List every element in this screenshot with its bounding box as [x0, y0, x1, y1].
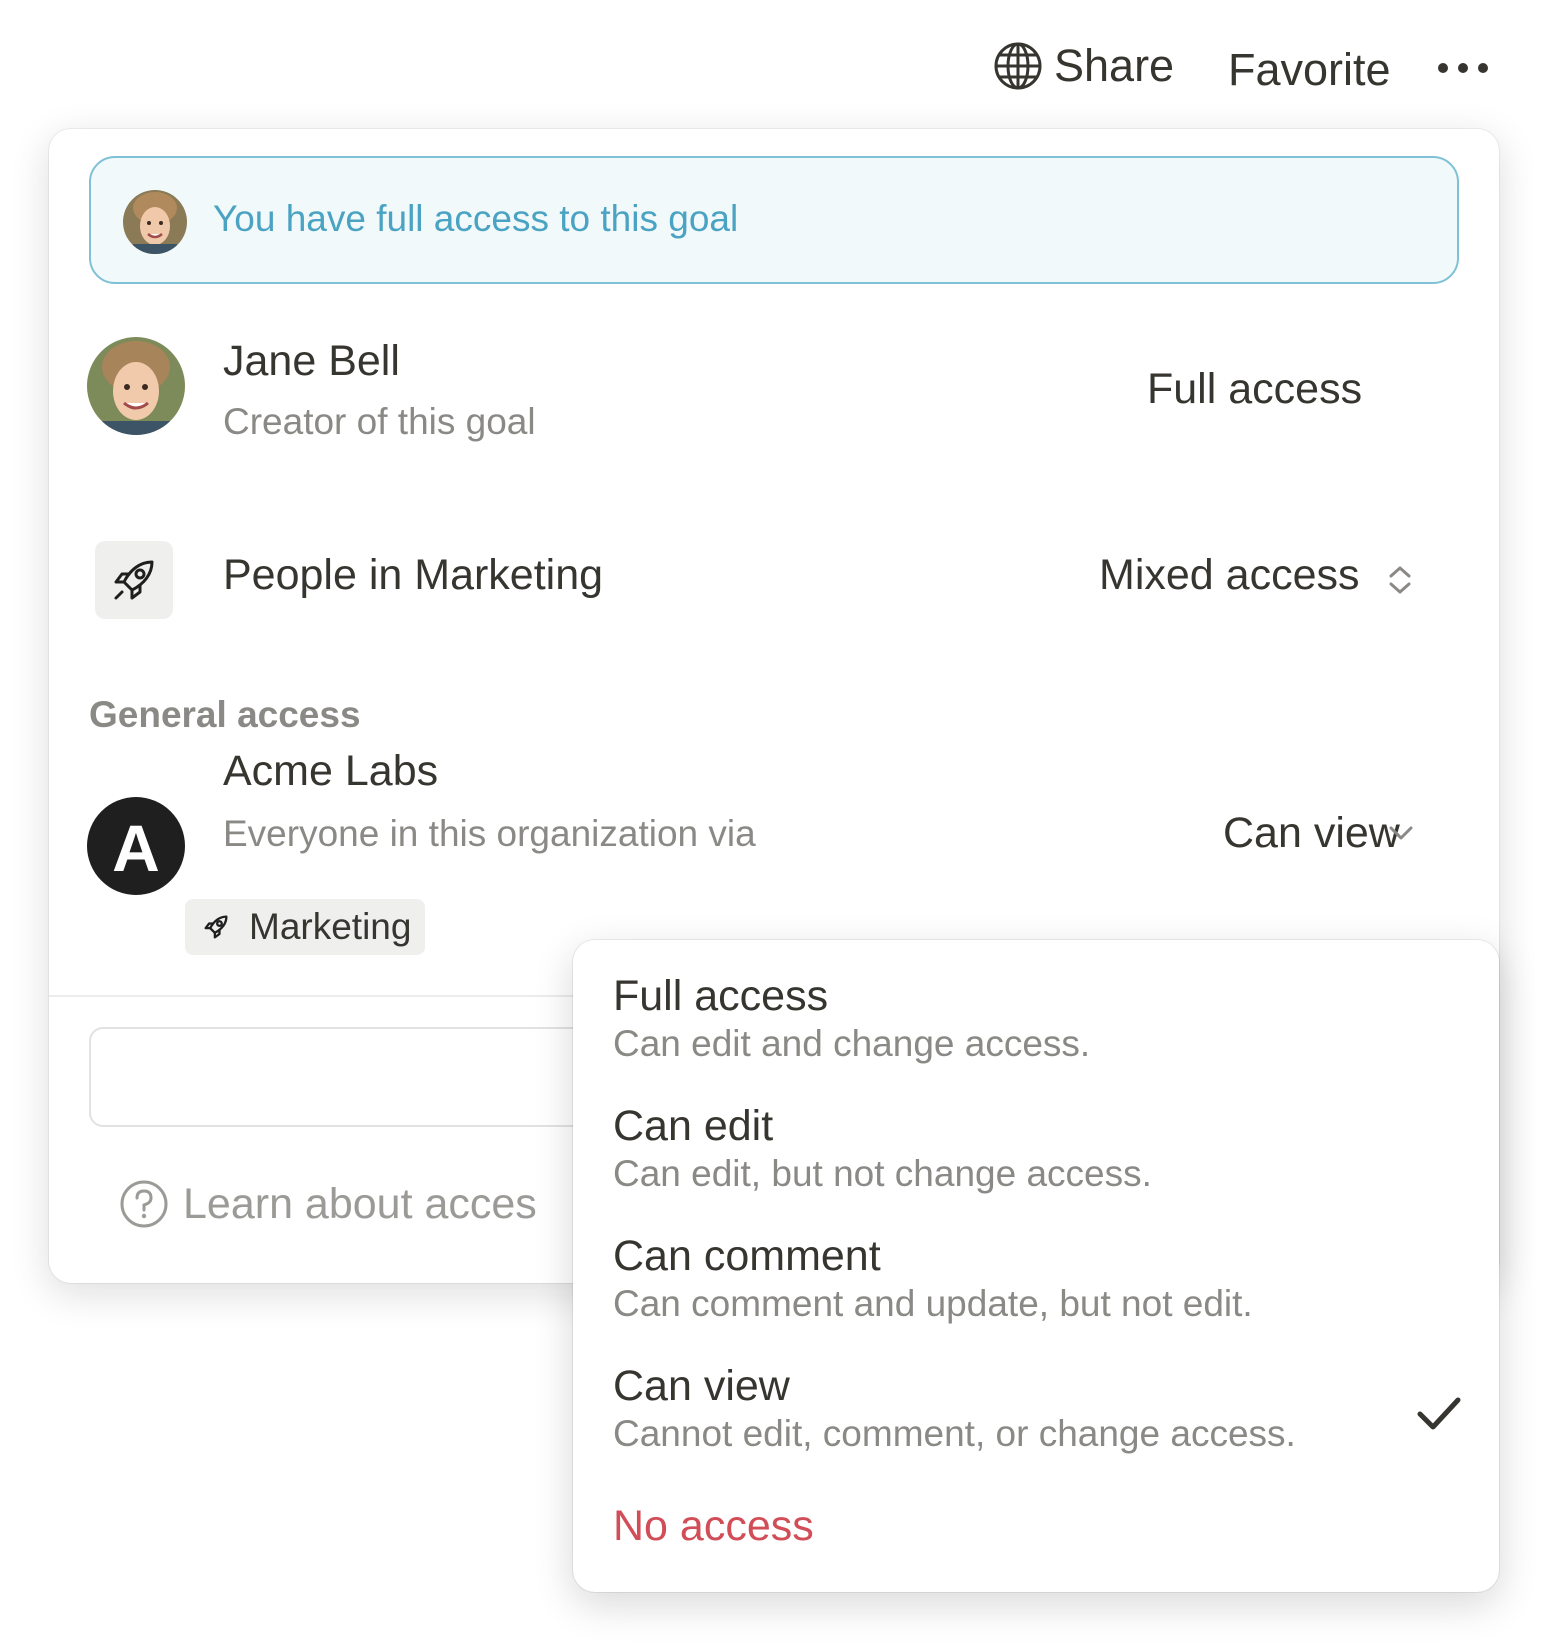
- option-description: Can edit, but not change access.: [613, 1153, 1152, 1194]
- option-title: Full access: [613, 972, 829, 1020]
- rocket-icon: [204, 915, 228, 939]
- org-name: Acme Labs: [223, 747, 439, 795]
- share-button[interactable]: Share: [992, 40, 1174, 92]
- member-access-level: Full access: [1147, 365, 1363, 413]
- access-banner: You have full access to this goal: [89, 156, 1459, 284]
- option-description: Can comment and update, but not edit.: [613, 1283, 1253, 1324]
- member-subtitle: Creator of this goal: [223, 401, 536, 442]
- group-access-dropdown[interactable]: Mixed access: [1099, 551, 1359, 600]
- menu-option-can-view[interactable]: Can view Cannot edit, comment, or change…: [613, 1362, 1453, 1458]
- menu-option-full-access[interactable]: Full access Can edit and change access.: [613, 972, 1453, 1068]
- org-logo: A: [87, 797, 185, 895]
- learn-label: Learn about acces: [183, 1179, 537, 1228]
- banner-text: You have full access to this goal: [213, 198, 739, 239]
- user-avatar-small: [123, 190, 187, 254]
- rocket-icon: [114, 560, 154, 600]
- org-subtitle: Everyone in this organization via: [223, 813, 756, 854]
- menu-option-can-edit[interactable]: Can edit Can edit, but not change access…: [613, 1102, 1453, 1198]
- option-title: No access: [613, 1502, 814, 1550]
- globe-icon: [994, 42, 1042, 90]
- option-description: Can edit and change access.: [613, 1023, 1091, 1064]
- option-title: Can edit: [613, 1102, 774, 1150]
- user-avatar: [87, 337, 185, 435]
- group-name: People in Marketing: [223, 551, 604, 599]
- general-access-dropdown[interactable]: Can view: [1223, 809, 1400, 858]
- more-options-icon[interactable]: [1438, 48, 1488, 88]
- share-label: Share: [1054, 40, 1175, 91]
- question-circle-icon: [120, 1180, 168, 1228]
- chevron-down-icon[interactable]: [1387, 823, 1415, 843]
- org-logo-letter: A: [112, 811, 160, 885]
- menu-option-can-comment[interactable]: Can comment Can comment and update, but …: [613, 1232, 1453, 1328]
- chevron-up-down-icon[interactable]: [1387, 563, 1413, 597]
- general-access-heading: General access: [89, 694, 361, 735]
- option-title: Can view: [613, 1362, 790, 1410]
- option-description: Cannot edit, comment, or change access.: [613, 1413, 1296, 1454]
- top-bar: Share Favorite: [0, 30, 1548, 110]
- option-title: Can comment: [613, 1232, 881, 1280]
- checkmark-icon: [1417, 1397, 1461, 1430]
- member-name: Jane Bell: [223, 337, 400, 385]
- menu-option-no-access[interactable]: No access: [613, 1502, 1453, 1550]
- tag-label: Marketing: [249, 906, 412, 947]
- access-level-menu: Full access Can edit and change access. …: [573, 940, 1499, 1592]
- group-tag-marketing[interactable]: Marketing: [185, 899, 426, 955]
- learn-about-access-link[interactable]: Learn about acces: [119, 1179, 537, 1229]
- favorite-button[interactable]: Favorite: [1228, 44, 1391, 96]
- group-icon-box: [95, 541, 173, 619]
